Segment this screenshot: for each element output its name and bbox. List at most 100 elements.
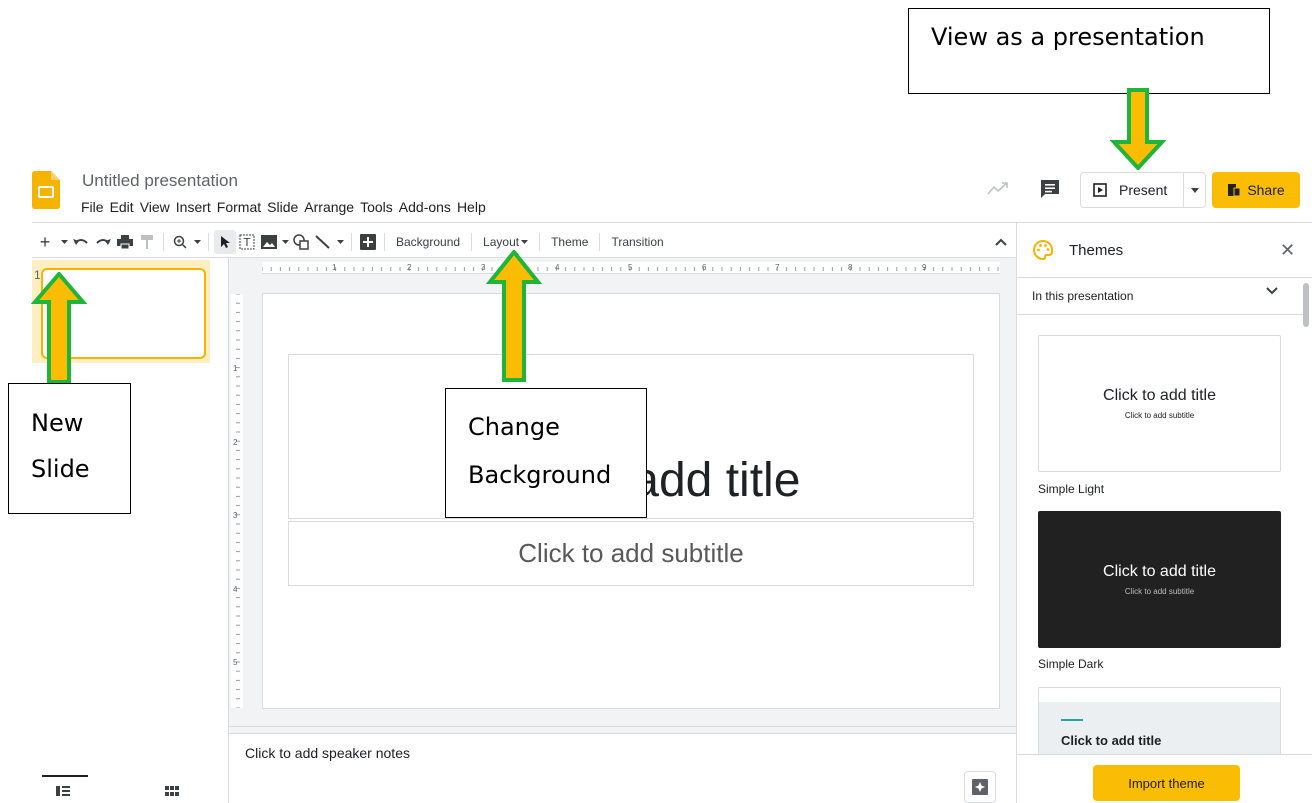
notes-resize-handle[interactable]: [229, 726, 1016, 734]
caret-down-icon: [521, 240, 529, 244]
ruler-tick-label: 3: [481, 263, 486, 272]
menu-help[interactable]: Help: [457, 198, 492, 216]
ruler-tick-label: 9: [922, 263, 927, 272]
annotation-change-background: Change Background: [445, 388, 647, 518]
grid-view-icon[interactable]: [165, 786, 179, 796]
menu-insert[interactable]: Insert: [176, 198, 217, 216]
toolbar-separator: [384, 233, 385, 251]
image-dropdown-icon[interactable]: [280, 230, 290, 254]
shape-icon[interactable]: [290, 230, 312, 254]
collapse-toolbar-icon[interactable]: [990, 230, 1012, 254]
new-slide-icon[interactable]: +: [32, 230, 58, 254]
text-box-icon[interactable]: T: [236, 230, 258, 254]
menu-edit[interactable]: Edit: [110, 198, 140, 216]
subtitle-placeholder[interactable]: Click to add subtitle: [288, 521, 974, 586]
ruler-tick-label: 3: [233, 511, 238, 520]
svg-text:T: T: [243, 236, 251, 249]
share-label: Share: [1247, 182, 1285, 198]
themes-panel-border: [1016, 222, 1017, 803]
activity-trend-icon[interactable]: [987, 181, 1009, 195]
theme-card-subtitle: Click to add subtitle: [1124, 587, 1195, 596]
redo-icon[interactable]: [92, 230, 114, 254]
theme-name: Simple Light: [1038, 482, 1105, 496]
present-dropdown-button[interactable]: [1183, 172, 1206, 208]
present-button[interactable]: Present: [1080, 172, 1184, 208]
share-button[interactable]: Share: [1212, 172, 1300, 208]
theme-button[interactable]: Theme: [545, 230, 594, 254]
ruler-tick-label: 5: [628, 263, 633, 272]
themes-header: [1017, 228, 1312, 278]
explore-button[interactable]: [964, 771, 996, 803]
filmstrip-view-icon[interactable]: [56, 786, 70, 796]
background-button[interactable]: Background: [390, 230, 466, 254]
annotation-arrow-up-icon: [31, 272, 87, 384]
print-icon[interactable]: [114, 230, 136, 254]
close-icon[interactable]: ✕: [1280, 240, 1295, 261]
palette-icon: [1033, 240, 1053, 260]
menu-tools[interactable]: Tools: [360, 198, 399, 216]
annotation-text: Change: [468, 413, 560, 441]
theme-card-subtitle: Click to add subtitle: [1124, 411, 1195, 420]
ruler-tick-label: 1: [233, 364, 238, 373]
explore-icon: [972, 779, 988, 795]
menu-slide[interactable]: Slide: [267, 198, 304, 216]
annotation-text: New: [31, 409, 84, 437]
paint-format-icon[interactable]: [136, 230, 158, 254]
ruler-tick-label: 7: [775, 263, 780, 272]
transition-button[interactable]: Transition: [605, 230, 669, 254]
ruler-tick-label: 4: [555, 263, 560, 272]
menu-addons[interactable]: Add-ons: [399, 198, 457, 216]
theme-card-title: Click to add title: [1103, 563, 1216, 580]
themes-scrollbar[interactable]: [1303, 283, 1309, 327]
themes-section-divider: [1017, 314, 1305, 315]
ruler-tick-label: 5: [233, 658, 238, 667]
line-icon[interactable]: [312, 230, 334, 254]
undo-icon[interactable]: [70, 230, 92, 254]
chevron-down-icon[interactable]: [1266, 287, 1278, 295]
line-dropdown-icon[interactable]: [334, 230, 346, 254]
zoom-icon[interactable]: [169, 230, 191, 254]
import-theme-button[interactable]: Import theme: [1093, 765, 1240, 801]
menu-view[interactable]: View: [140, 198, 176, 216]
select-cursor-icon[interactable]: [214, 230, 236, 254]
zoom-dropdown-icon[interactable]: [191, 230, 203, 254]
annotation-arrow-down-icon: [1110, 88, 1166, 170]
annotation-text: Background: [468, 461, 612, 489]
themes-title: Themes: [1069, 242, 1124, 259]
layout-label: Layout: [483, 235, 520, 249]
menu-file[interactable]: File: [81, 198, 110, 216]
header-divider: [32, 222, 1312, 223]
toolbar-separator: [163, 233, 164, 251]
annotation-text: View as a presentation: [931, 23, 1205, 51]
image-icon[interactable]: [258, 230, 280, 254]
add-comment-icon[interactable]: [357, 230, 379, 254]
ruler-tick-label: 1: [332, 263, 337, 272]
menu-bar: File Edit View Insert Format Slide Arran…: [81, 198, 492, 216]
comment-history-icon[interactable]: [1039, 178, 1061, 200]
share-people-icon: [1228, 184, 1241, 197]
vertical-ruler[interactable]: 1 2 3 4 5: [231, 294, 243, 708]
toolbar-separator: [599, 233, 601, 251]
present-icon: [1093, 183, 1107, 197]
new-slide-dropdown-icon[interactable]: [58, 230, 70, 254]
annotation-text: Slide: [31, 455, 90, 483]
menu-arrange[interactable]: Arrange: [304, 198, 360, 216]
ruler-tick-label: 2: [407, 263, 412, 272]
themes-section-label[interactable]: In this presentation: [1032, 289, 1133, 303]
toolbar-separator: [539, 233, 541, 251]
toolbar-separator: [471, 233, 473, 251]
caret-down-icon: [1190, 187, 1199, 193]
speaker-notes[interactable]: Click to add speaker notes: [245, 745, 410, 761]
theme-name: Simple Dark: [1038, 657, 1104, 671]
menu-format[interactable]: Format: [217, 198, 267, 216]
document-title[interactable]: Untitled presentation: [82, 171, 238, 191]
slides-logo-icon[interactable]: [32, 171, 60, 209]
theme-card-simple-light[interactable]: Click to add title Click to add subtitle: [1038, 335, 1281, 472]
theme-card-simple-dark[interactable]: Click to add title Click to add subtitle: [1038, 511, 1281, 648]
theme-card-title: Click to add title: [1103, 387, 1216, 404]
ruler-tick-label: 4: [233, 585, 238, 594]
toolbar-separator: [208, 233, 209, 251]
ruler-tick-label: 6: [702, 263, 707, 272]
annotation-new-slide: New Slide: [8, 383, 131, 514]
horizontal-ruler[interactable]: 1 2 3 4 5 6 7 8 9: [262, 262, 1000, 274]
